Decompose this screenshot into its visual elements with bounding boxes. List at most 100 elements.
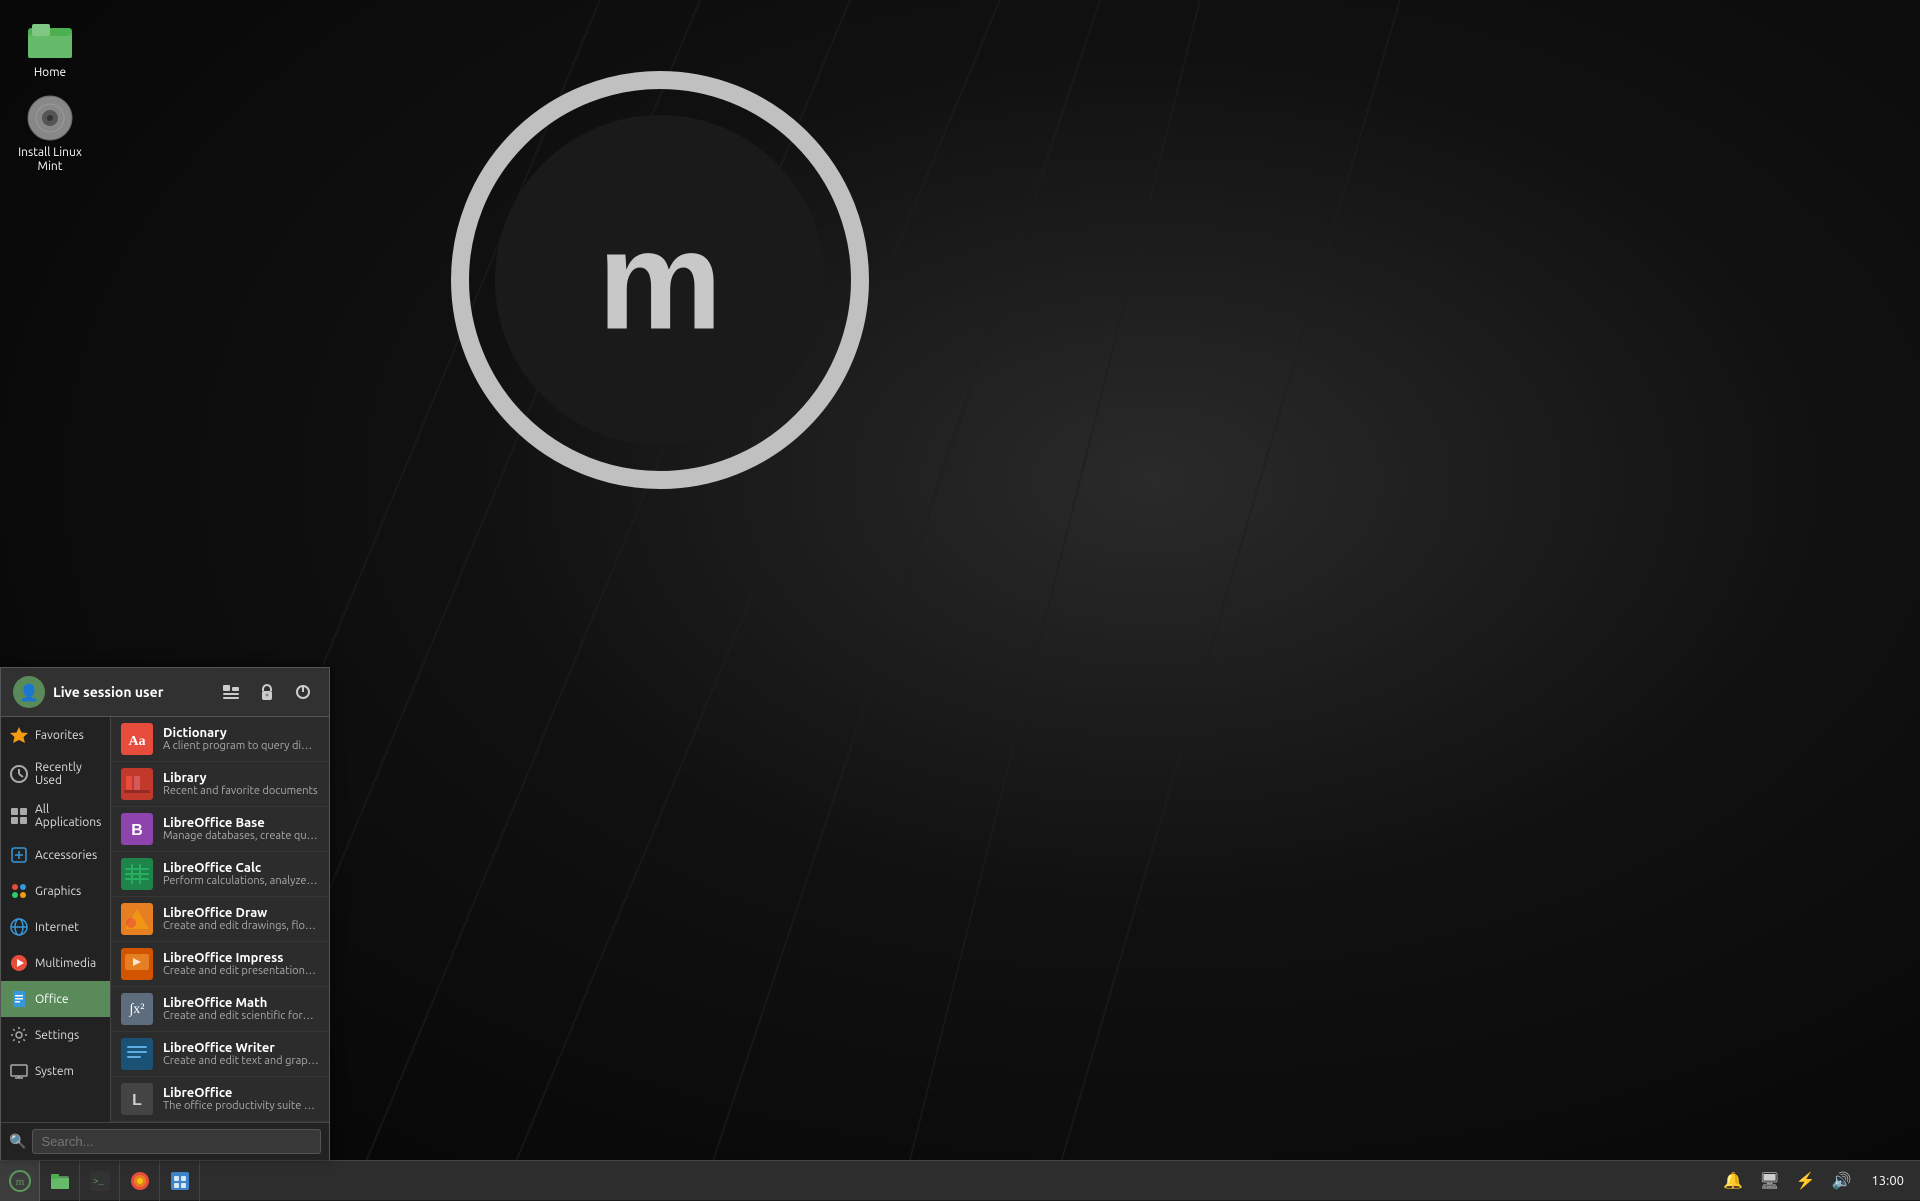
app-desc-libreoffice-calc: Perform calculations, analyze informat..… [163,875,319,887]
app-info-libreoffice-draw: LibreOffice Draw Create and edit drawing… [163,906,319,932]
power-tray-icon[interactable]: ⚡ [1792,1169,1820,1192]
menu-header: 👤 Live session user [1,668,329,717]
sidebar-label-favorites: Favorites [35,729,84,742]
app-item-libreoffice-writer[interactable]: LibreOffice Writer Create and edit text … [111,1032,329,1077]
app-icon-libreoffice-math: ∫x² [121,993,153,1025]
user-avatar: 👤 [13,676,45,708]
sidebar-icon-multimedia [9,953,29,973]
app-desc-libreoffice-writer: Create and edit text and graphics in let… [163,1055,319,1067]
sidebar-item-favorites[interactable]: Favorites [1,717,110,753]
sidebar-label-internet: Internet [35,921,79,934]
app-name-libreoffice-math: LibreOffice Math [163,996,319,1010]
sidebar-icon-office [9,989,29,1009]
search-input[interactable] [32,1129,321,1154]
sidebar-icon-accessories [9,845,29,865]
app-item-libreoffice-draw[interactable]: LibreOffice Draw Create and edit drawing… [111,897,329,942]
app-desc-library: Recent and favorite documents [163,785,319,797]
sidebar-icon-internet [9,917,29,937]
app-desc-libreoffice-draw: Create and edit drawings, flow charts a.… [163,920,319,932]
app-icon-libreoffice: L [121,1083,153,1115]
notification-tray-icon[interactable]: 🔔 [1719,1169,1747,1192]
app-name-libreoffice: LibreOffice [163,1086,319,1100]
sidebar-item-system[interactable]: System [1,1053,110,1089]
svg-text:m: m [15,1176,24,1188]
sidebar-label-office: Office [35,993,69,1006]
sidebar-label-recently-used: Recently Used [35,761,102,787]
app-item-dictionary[interactable]: Aa Dictionary A client program to query … [111,717,329,762]
desktop-icon-home[interactable]: Home [10,10,90,84]
app-desc-libreoffice-math: Create and edit scientific formulas and … [163,1010,319,1022]
app-item-libreoffice-base[interactable]: B LibreOffice Base Manage databases, cre… [111,807,329,852]
app-desc-dictionary: A client program to query different dic.… [163,740,319,752]
sidebar-label-all-applications: All Applications [35,803,102,829]
sidebar-item-office[interactable]: Office [1,981,110,1017]
app-info-library: Library Recent and favorite documents [163,771,319,797]
app-name-dictionary: Dictionary [163,726,319,740]
sidebar-icon-settings [9,1025,29,1045]
app-info-libreoffice: LibreOffice The office productivity suit… [163,1086,319,1112]
sidebar-icon-favorites [9,725,29,745]
sidebar-label-multimedia: Multimedia [35,957,96,970]
install-mint-icon-label: Install Linux Mint [18,146,82,175]
taskbar-files-icon [50,1171,70,1191]
taskbar-manager-btn[interactable] [160,1161,200,1201]
app-desc-libreoffice: The office productivity suite compatibil… [163,1100,319,1112]
app-name-libreoffice-draw: LibreOffice Draw [163,906,319,920]
app-name-library: Library [163,771,319,785]
app-icon-libreoffice-draw [121,903,153,935]
volume-tray-icon[interactable]: 🔊 [1828,1169,1856,1192]
svg-text:B: B [131,822,143,839]
mint-start-icon: m [9,1170,31,1192]
sidebar-item-multimedia[interactable]: Multimedia [1,945,110,981]
power-action-btn[interactable] [289,678,317,706]
taskbar-terminal-icon: >_ [90,1171,110,1191]
app-name-libreoffice-writer: LibreOffice Writer [163,1041,319,1055]
home-icon-label: Home [34,66,66,80]
sidebar-item-settings[interactable]: Settings [1,1017,110,1053]
sidebar-icon-graphics [9,881,29,901]
app-info-libreoffice-impress: LibreOffice Impress Create and edit pres… [163,951,319,977]
app-item-library[interactable]: Library Recent and favorite documents [111,762,329,807]
mint-logo: m [460,80,860,480]
taskbar-left: m >_ [0,1161,200,1200]
sidebar-icon-recently-used [9,764,29,784]
taskbar-files-btn[interactable] [40,1161,80,1201]
system-clock[interactable]: 13:00 [1863,1174,1912,1188]
taskbar-terminal-btn[interactable]: >_ [80,1161,120,1201]
menu-search: 🔍 [1,1122,329,1160]
sidebar-item-accessories[interactable]: Accessories [1,837,110,873]
app-item-libreoffice-impress[interactable]: LibreOffice Impress Create and edit pres… [111,942,329,987]
menu-body: Favorites Recently Used All Applications… [1,717,329,1122]
sidebar-label-graphics: Graphics [35,885,81,898]
app-icon-libreoffice-calc [121,858,153,890]
app-item-libreoffice[interactable]: L LibreOffice The office productivity su… [111,1077,329,1122]
files-action-btn[interactable] [217,678,245,706]
app-item-libreoffice-math[interactable]: ∫x² LibreOffice Math Create and edit sci… [111,987,329,1032]
sidebar-label-accessories: Accessories [35,849,97,862]
svg-text:Aa: Aa [128,734,145,749]
lock-action-btn[interactable] [253,678,281,706]
start-button[interactable]: m [0,1161,40,1201]
sidebar-item-internet[interactable]: Internet [1,909,110,945]
app-icon-libreoffice-base: B [121,813,153,845]
menu-sidebar: Favorites Recently Used All Applications… [1,717,111,1122]
taskbar-browser-btn[interactable] [120,1161,160,1201]
app-info-libreoffice-base: LibreOffice Base Manage databases, creat… [163,816,319,842]
app-info-dictionary: Dictionary A client program to query dif… [163,726,319,752]
sidebar-item-graphics[interactable]: Graphics [1,873,110,909]
app-item-libreoffice-calc[interactable]: LibreOffice Calc Perform calculations, a… [111,852,329,897]
app-info-libreoffice-calc: LibreOffice Calc Perform calculations, a… [163,861,319,887]
disc-icon [26,94,74,142]
app-desc-libreoffice-base: Manage databases, create queries and ... [163,830,319,842]
taskbar-browser-icon [130,1171,150,1191]
app-icon-libreoffice-impress [121,948,153,980]
display-tray-icon[interactable]: 🖥 [1755,1169,1783,1192]
sidebar-item-all-applications[interactable]: All Applications [1,795,110,837]
sidebar-item-recently-used[interactable]: Recently Used [1,753,110,795]
sidebar-label-settings: Settings [35,1029,79,1042]
desktop-icon-install-mint[interactable]: Install Linux Mint [10,90,90,179]
home-folder-icon [26,14,74,62]
app-icon-library [121,768,153,800]
app-name-libreoffice-calc: LibreOffice Calc [163,861,319,875]
menu-content: Aa Dictionary A client program to query … [111,717,329,1122]
